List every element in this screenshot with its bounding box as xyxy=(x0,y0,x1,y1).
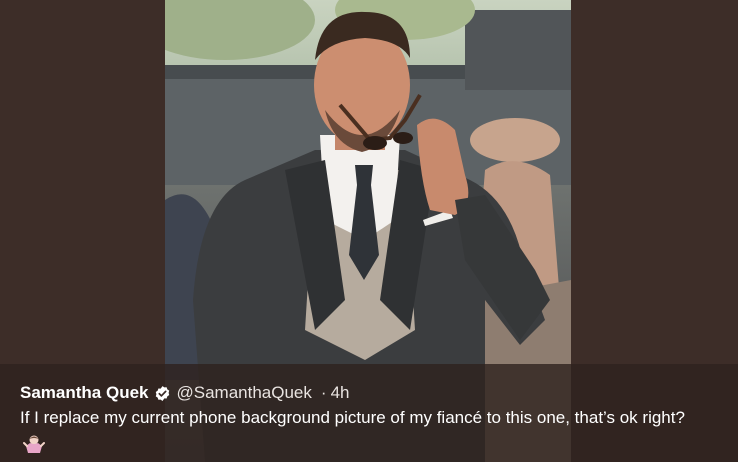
tweet-body: If I replace my current phone background… xyxy=(20,405,710,455)
tweet-caption-overlay: Samantha Quek @SamanthaQuek · 4h If I re… xyxy=(0,364,738,462)
tweet-text: If I replace my current phone background… xyxy=(20,408,685,427)
verified-badge-icon xyxy=(154,385,171,402)
tweet-header: Samantha Quek @SamanthaQuek · 4h xyxy=(20,382,349,404)
person-shrugging-emoji xyxy=(23,434,45,454)
author-handle[interactable]: @SamanthaQuek xyxy=(177,383,312,403)
author-name[interactable]: Samantha Quek xyxy=(20,383,149,403)
tweet-timestamp[interactable]: 4h xyxy=(331,383,350,403)
separator-dot: · xyxy=(320,383,327,402)
